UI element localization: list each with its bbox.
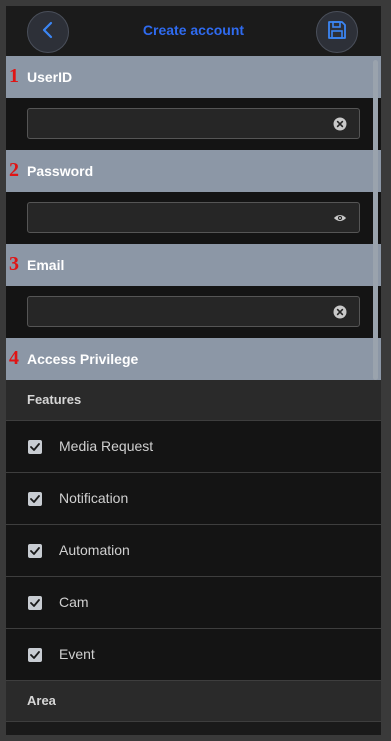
save-icon [326, 19, 348, 46]
features-group-header: Features [6, 380, 381, 421]
save-button[interactable] [316, 11, 358, 53]
feature-label: Automation [59, 542, 130, 558]
checkbox-cam[interactable] [28, 596, 42, 610]
section-number: 3 [9, 253, 19, 275]
clear-icon[interactable] [333, 305, 347, 319]
email-field-row [6, 286, 381, 338]
features-label: Features [27, 392, 82, 407]
section-label: Access Privilege [27, 351, 139, 367]
scrollbar[interactable] [373, 60, 378, 380]
userid-field-row [6, 98, 381, 150]
password-field-row [6, 192, 381, 244]
section-header-email: 3 Email [6, 244, 381, 286]
section-header-access-privilege: 4 Access Privilege [6, 338, 381, 380]
clear-icon[interactable] [333, 117, 347, 131]
feature-row-notification[interactable]: Notification [6, 473, 381, 525]
feature-row-event[interactable]: Event [6, 629, 381, 681]
area-label: Area [27, 693, 56, 708]
section-header-userid: 1 UserID [6, 56, 381, 98]
eye-icon[interactable] [333, 211, 347, 225]
form-scroll-area[interactable]: 1 UserID 2 Password 3 Email 4 Access Pri… [6, 56, 381, 735]
feature-row-media-request[interactable]: Media Request [6, 421, 381, 473]
feature-label: Notification [59, 490, 129, 506]
section-label: Password [27, 163, 94, 179]
feature-row-cam[interactable]: Cam [6, 577, 381, 629]
area-group-header: Area [6, 681, 381, 722]
section-label: UserID [27, 69, 73, 85]
feature-row-automation[interactable]: Automation [6, 525, 381, 577]
email-input[interactable] [27, 296, 360, 327]
feature-label: Media Request [59, 438, 154, 454]
password-input[interactable] [27, 202, 360, 233]
checkbox-automation[interactable] [28, 544, 42, 558]
checkbox-notification[interactable] [28, 492, 42, 506]
app-frame: Create account 1 UserID 2 Password 3 Ema… [6, 6, 381, 735]
userid-input[interactable] [27, 108, 360, 139]
checkbox-event[interactable] [28, 648, 42, 662]
feature-label: Event [59, 646, 95, 662]
section-label: Email [27, 257, 65, 273]
section-number: 4 [9, 347, 19, 369]
section-number: 2 [9, 159, 19, 181]
feature-label: Cam [59, 594, 89, 610]
section-number: 1 [9, 65, 19, 87]
top-bar: Create account [6, 6, 381, 56]
section-header-password: 2 Password [6, 150, 381, 192]
checkbox-media-request[interactable] [28, 440, 42, 454]
